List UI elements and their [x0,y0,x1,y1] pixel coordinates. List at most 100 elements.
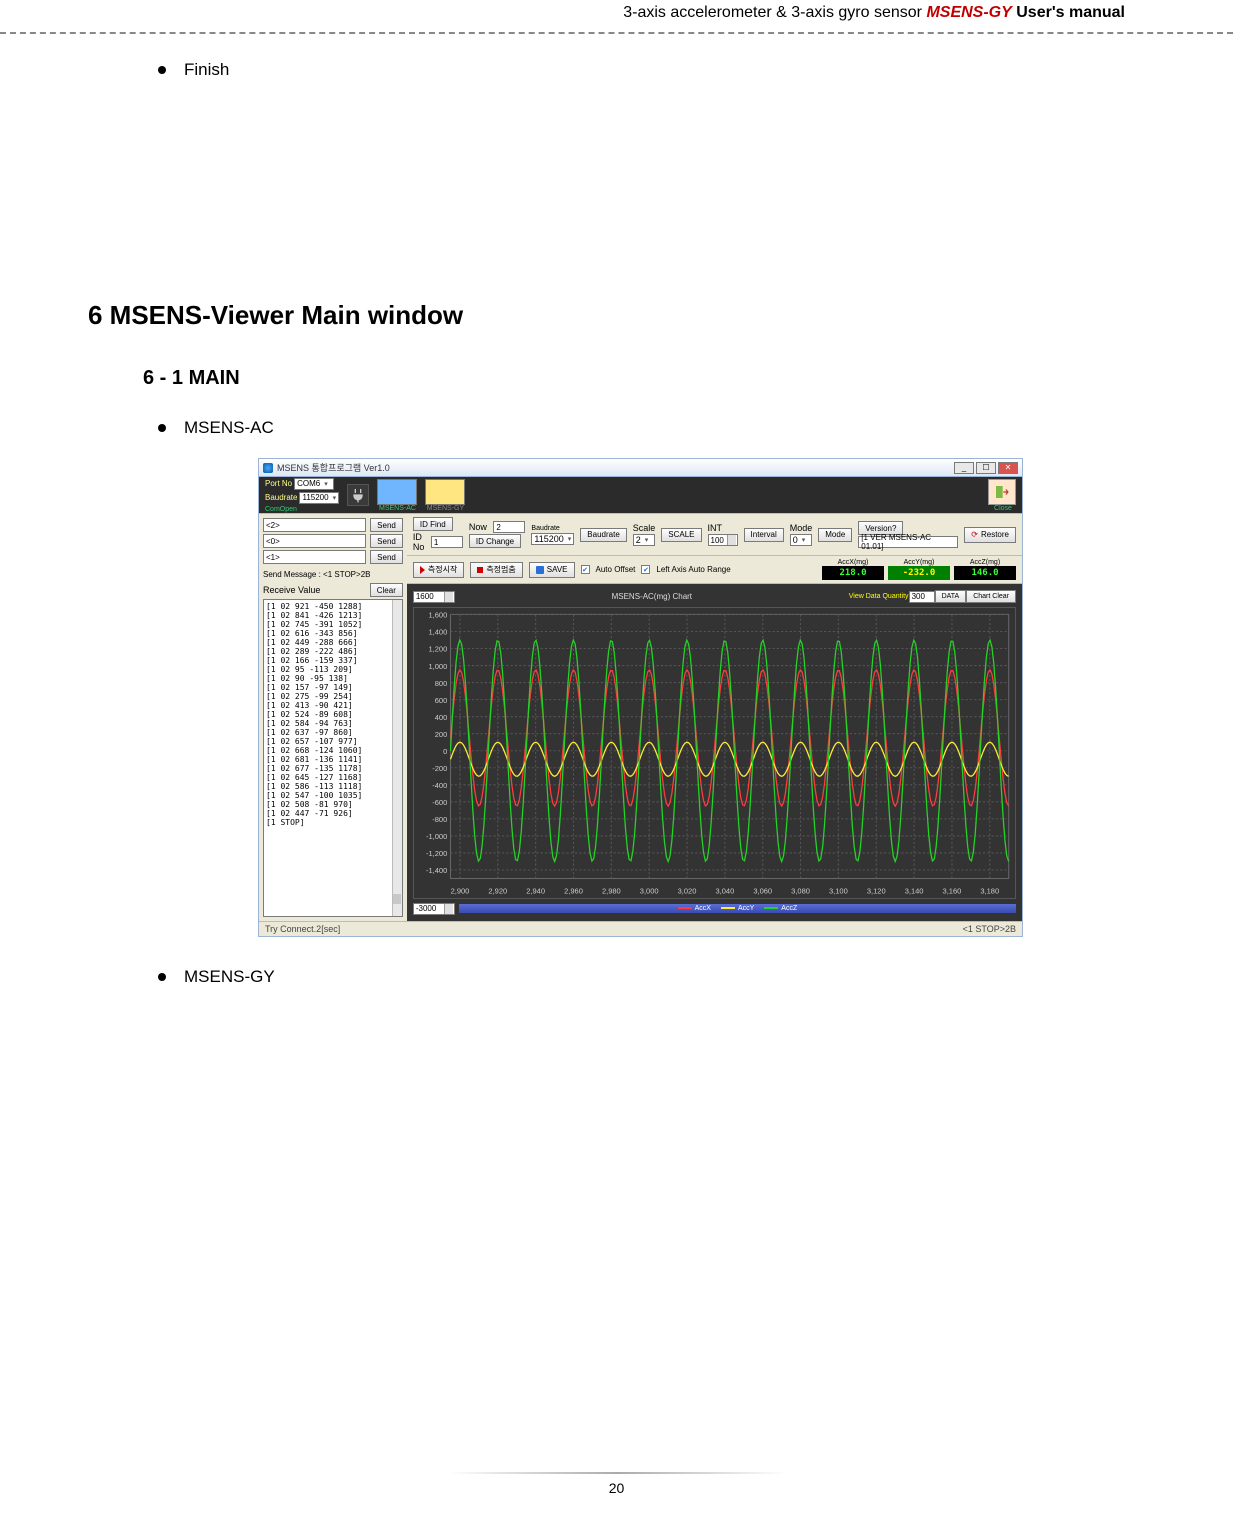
close-label: Close [994,505,1012,512]
svg-text:3,180: 3,180 [980,887,999,896]
scrollbar[interactable] [392,600,402,916]
view-qty-value[interactable]: 300 [909,591,935,603]
port-no-label: Port No [265,479,292,488]
scale-button[interactable]: SCALE [661,528,701,542]
mode-select[interactable]: 0▾ [790,534,812,546]
save-button[interactable]: SAVE [529,562,575,578]
bullet-msens-gy: MSENS-GY [158,967,1098,987]
data-button[interactable]: DATA [935,590,967,603]
svg-text:2,940: 2,940 [526,887,545,896]
svg-text:-400: -400 [432,781,447,790]
id-find-button[interactable]: ID Find [413,517,453,531]
chevron-down-icon: ▾ [324,480,328,488]
header-divider [0,32,1233,34]
log-line: [1 02 584 -94 763] [266,719,400,728]
bullet-finish-text: Finish [184,60,229,80]
log-line: [1 02 586 -113 1118] [266,782,400,791]
accx-label: AccX(mg) [838,559,869,566]
log-line: [1 02 90 -95 138] [266,674,400,683]
svg-text:200: 200 [435,730,448,739]
svg-text:3,160: 3,160 [942,887,961,896]
section-title: 6 MSENS-Viewer Main window [88,300,1098,331]
log-line: [1 02 275 -99 254] [266,692,400,701]
send2-button[interactable]: Send [370,518,403,532]
svg-text:-1,200: -1,200 [426,849,447,858]
legend-accx: AccX [695,905,711,912]
status-right: <1 STOP>2B [963,924,1016,934]
close-button[interactable] [988,479,1016,505]
accy-value: -232.0 [888,566,950,580]
plug-icon [350,487,366,503]
y-top-spinner[interactable]: 1600 [413,591,455,603]
port-no-value: COM6 [297,479,320,488]
com-open-button[interactable] [347,484,369,506]
receive-log[interactable]: [1 02 921 -450 1288][1 02 841 -426 1213]… [263,599,403,917]
now-value: 2 [493,521,525,533]
auto-offset-checkbox[interactable]: ✔ [581,565,590,574]
interval-button[interactable]: Interval [744,528,784,542]
app-icon [263,463,273,473]
stop-icon [477,567,483,573]
svg-text:-200: -200 [432,764,447,773]
tab-msens-gy[interactable] [425,479,465,505]
legend-accz: AccZ [781,905,797,912]
log-line: [1 02 637 -97 860] [266,728,400,737]
int-spinner[interactable]: 100 [708,534,738,546]
svg-text:3,120: 3,120 [867,887,886,896]
log-line: [1 STOP] [266,818,400,827]
id-change-button[interactable]: ID Change [469,534,521,548]
log-line: [1 02 668 -124 1060] [266,746,400,755]
left-axis-auto-label: Left Axis Auto Range [656,565,730,574]
svg-text:1,400: 1,400 [428,628,447,637]
mode-lbl: Mode [790,523,813,533]
version-text: [1 VER MSENS-AC 01.01] [858,536,958,548]
view-qty-label: View Data Quantity [849,593,909,600]
log-line: [1 02 447 -71 926] [266,809,400,818]
cmd2-input[interactable]: <2> [263,518,366,532]
cmd1-input[interactable]: <1> [263,550,366,564]
port-no-select[interactable]: COM6 ▾ [294,478,334,490]
send-message-label: Send Message : <1 STOP>2B [259,568,407,581]
log-line: [1 02 157 -97 149] [266,683,400,692]
baudrate-select-top[interactable]: 115200 ▾ [299,492,339,504]
minimize-button[interactable]: _ [954,462,974,474]
legend-accy: AccY [738,905,754,912]
close-window-button[interactable]: ✕ [998,462,1018,474]
mode-button[interactable]: Mode [818,528,852,542]
svg-text:-600: -600 [432,798,447,807]
log-line: [1 02 547 -100 1035] [266,791,400,800]
bullet-icon [158,424,166,432]
svg-text:2,900: 2,900 [450,887,469,896]
baud-button[interactable]: Baudrate [580,528,626,542]
tab-msens-ac[interactable] [377,479,417,505]
accy-label: AccY(mg) [904,559,935,566]
stop-button[interactable]: 측정멈춤 [470,562,522,578]
page-number: 20 [0,1480,1233,1496]
clear-button[interactable]: Clear [370,583,403,597]
chart-clear-button[interactable]: Chart Clear [966,590,1016,603]
svg-text:-1,400: -1,400 [426,866,447,875]
svg-text:3,040: 3,040 [715,887,734,896]
left-axis-auto-checkbox[interactable]: ✔ [641,565,650,574]
y-bottom-spinner[interactable]: -3000 [413,903,455,915]
svg-text:3,100: 3,100 [829,887,848,896]
log-line: [1 02 508 -81 970] [266,800,400,809]
log-line: [1 02 841 -426 1213] [266,611,400,620]
start-button[interactable]: 측정시작 [413,562,464,578]
svg-text:1,600: 1,600 [428,611,447,620]
cmd0-input[interactable]: <0> [263,534,366,548]
action-bar: 측정시작 측정멈춤 SAVE ✔ Auto Offset ✔ Left Axis… [407,556,1022,584]
restore-button[interactable]: ⟳Restore [964,527,1016,543]
baud-select[interactable]: 115200▾ [531,533,574,545]
chevron-down-icon: ▾ [645,536,649,544]
maximize-button[interactable]: ☐ [976,462,996,474]
log-line: [1 02 166 -159 337] [266,656,400,665]
play-icon [420,566,425,574]
app-title-text: MSENS 통합프로그램 Ver1.0 [277,461,390,474]
scale-select[interactable]: 2▾ [633,534,655,546]
send0-button[interactable]: Send [370,534,403,548]
scroll-thumb[interactable] [393,894,401,904]
now-label: Now [469,522,487,532]
send1-button[interactable]: Send [370,550,403,564]
svg-text:1,000: 1,000 [428,662,447,671]
